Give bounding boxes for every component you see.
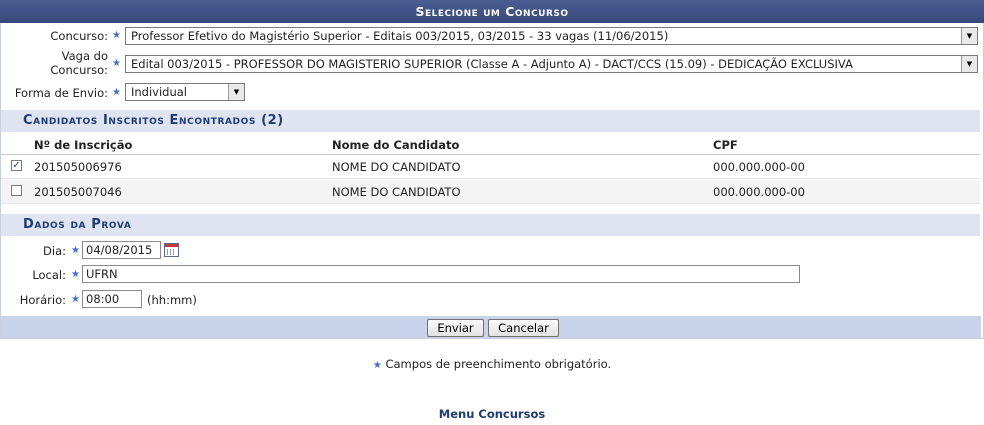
dia-input[interactable]: 04/08/2015 [82, 241, 161, 259]
required-star-icon: ★ [112, 87, 121, 98]
column-header-nome: Nome do Candidato [332, 138, 460, 152]
horario-label: Horário: [19, 293, 66, 307]
nome-cell: NOME DO CANDIDATO [332, 185, 461, 199]
calendar-icon[interactable] [164, 243, 179, 257]
vaga-label-line1: Vaga do [61, 49, 108, 63]
table-row: 201505007046 NOME DO CANDIDATO 000.000.0… [1, 180, 980, 204]
vaga-select-value: Edital 003/2015 - PROFESSOR DO MAGISTERI… [131, 57, 853, 71]
row-checkbox-icon[interactable] [11, 185, 22, 196]
menu-concursos-link-text[interactable]: Menu Concursos [439, 407, 545, 421]
column-header-inscricao: Nº de Inscrição [34, 138, 133, 152]
required-star-icon: ★ [71, 245, 80, 256]
required-star-icon: ★ [71, 269, 80, 280]
vaga-select[interactable]: Edital 003/2015 - PROFESSOR DO MAGISTERI… [125, 55, 978, 73]
nome-cell: NOME DO CANDIDATO [332, 160, 461, 174]
required-star-icon: ★ [372, 360, 382, 371]
forma-envio-select-value: Individual [131, 85, 188, 99]
cpf-cell: 000.000.000-00 [713, 185, 805, 199]
column-header-cpf: CPF [713, 138, 738, 152]
candidatos-section-title: Candidatos Inscritos Encontrados (2) [1, 110, 980, 132]
cpf-cell: 000.000.000-00 [713, 160, 805, 174]
chevron-down-icon[interactable]: ▼ [228, 84, 244, 100]
inscricao-cell: 201505007046 [34, 185, 122, 199]
menu-concursos-link[interactable]: Menu Concursos [0, 407, 984, 421]
cancelar-button[interactable]: Cancelar [488, 319, 559, 337]
required-star-icon: ★ [112, 30, 121, 41]
required-star-icon: ★ [112, 58, 121, 69]
required-note-text: Campos de preenchimento obrigatório. [385, 357, 612, 371]
local-input[interactable]: UFRN [82, 265, 800, 283]
horario-format-hint: (hh:mm) [147, 293, 197, 307]
required-star-icon: ★ [71, 294, 80, 305]
concurso-label-text: Concurso: [50, 29, 108, 43]
enviar-button[interactable]: Enviar [427, 319, 484, 337]
horario-input[interactable]: 08:00 [82, 290, 142, 308]
concurso-select[interactable]: Professor Efetivo do Magistério Superior… [125, 27, 978, 45]
dia-label: Dia: [43, 244, 66, 258]
local-label: Local: [32, 268, 66, 282]
forma-envio-label: Forma de Envio: [0, 86, 108, 100]
vaga-label-line2: Concurso: [50, 63, 108, 77]
prova-section-title: Dados da Prova [1, 214, 980, 236]
row-checkbox-icon[interactable]: ✓ [11, 160, 22, 171]
forma-envio-label-text: Forma de Envio: [14, 86, 108, 100]
chevron-down-icon[interactable]: ▼ [961, 28, 977, 44]
table-row: ✓ 201505006976 NOME DO CANDIDATO 000.000… [1, 155, 980, 179]
page-title: Selecione um Concurso [0, 0, 984, 23]
vaga-label: Vaga do Concurso: [0, 49, 108, 77]
concurso-label: Concurso: [0, 29, 108, 43]
forma-envio-select[interactable]: Individual ▼ [125, 83, 245, 101]
required-note: ★ Campos de preenchimento obrigatório. [0, 357, 984, 371]
concurso-select-value: Professor Efetivo do Magistério Superior… [131, 29, 669, 43]
action-bar: Enviar Cancelar [1, 316, 981, 338]
inscricao-cell: 201505006976 [34, 160, 122, 174]
chevron-down-icon[interactable]: ▼ [961, 56, 977, 72]
